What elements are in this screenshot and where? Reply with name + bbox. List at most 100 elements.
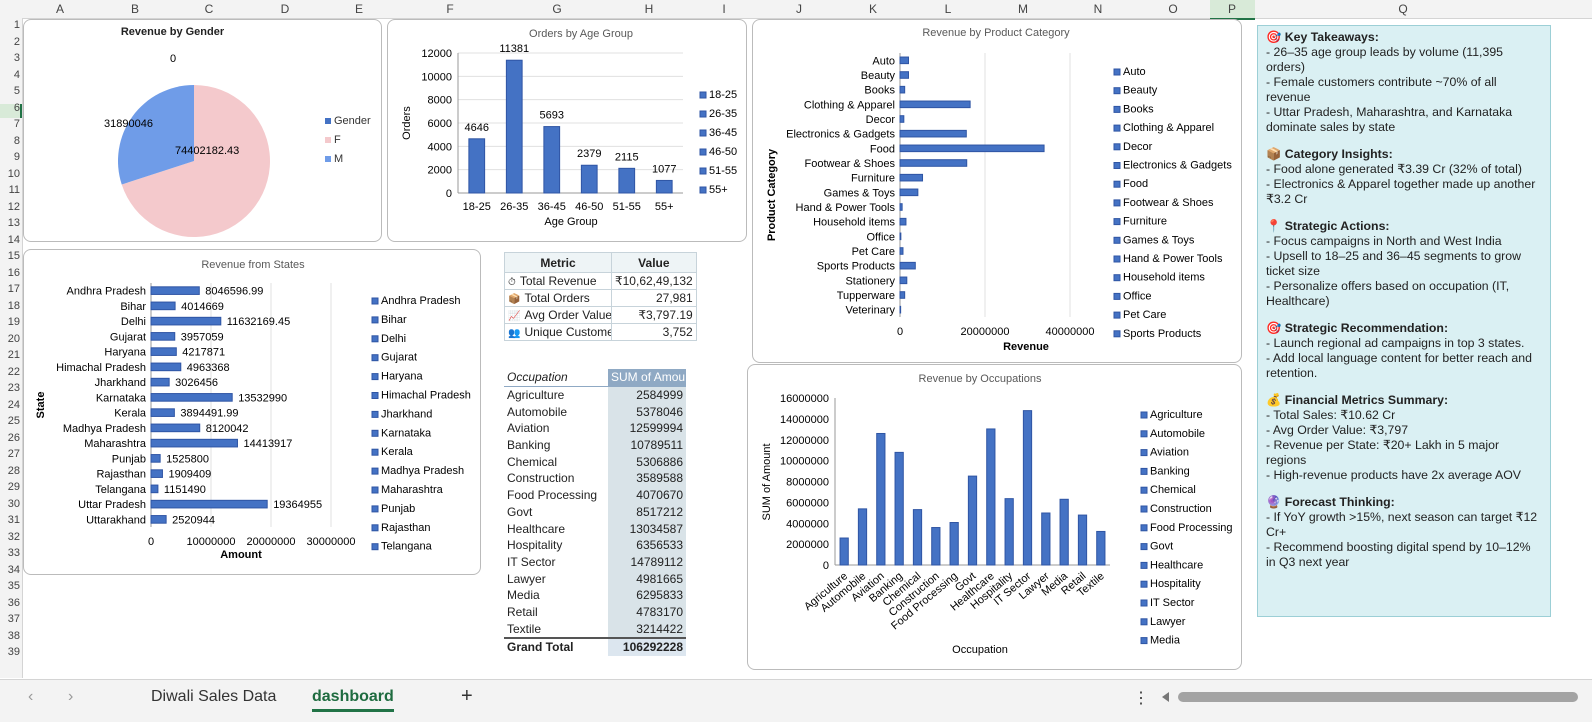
row-header-28[interactable]: 28 xyxy=(0,465,20,477)
row-header-26[interactable]: 26 xyxy=(0,432,20,444)
bar-auto xyxy=(899,56,909,65)
row-header-22[interactable]: 22 xyxy=(0,366,20,378)
bar-clothing-apparel xyxy=(899,100,971,109)
bar-retail xyxy=(1077,514,1088,566)
prev-sheet-icon[interactable]: ‹ xyxy=(28,688,33,706)
row-header-6[interactable]: 6 xyxy=(0,102,20,114)
insight-line: - 26–35 age group leads by volume (11,39… xyxy=(1266,45,1503,74)
scrollbar-thumb[interactable] xyxy=(1178,692,1578,702)
pivot-header-sum[interactable]: SUM of Amou xyxy=(608,369,686,387)
column-header-q[interactable]: Q xyxy=(1398,2,1407,16)
row-header-13[interactable]: 13 xyxy=(0,217,20,229)
row-header-39[interactable]: 39 xyxy=(0,646,20,658)
row-header-8[interactable]: 8 xyxy=(0,135,20,147)
column-header-g[interactable]: G xyxy=(552,2,561,16)
legend-swatch xyxy=(371,467,379,475)
horizontal-scrollbar[interactable] xyxy=(1162,690,1582,704)
column-header-j[interactable]: J xyxy=(796,2,802,16)
row-header-29[interactable]: 29 xyxy=(0,481,20,493)
bar-lawyer xyxy=(1041,512,1051,566)
y-tick-label: Uttar Pradesh xyxy=(78,499,146,511)
age-chart-panel[interactable]: Orders by Age Group 0 2000 4000 6000 8000 1000… xyxy=(387,19,747,242)
row-header-34[interactable]: 34 xyxy=(0,564,20,576)
row-header-27[interactable]: 27 xyxy=(0,448,20,460)
gender-chart-panel[interactable]: Revenue by Gender 0 31890046 74402182.43… xyxy=(23,19,382,242)
metric-name-cell: 📈 Avg Order Value xyxy=(504,306,612,324)
row-header-3[interactable]: 3 xyxy=(0,52,20,64)
row-header-20[interactable]: 20 xyxy=(0,333,20,345)
row-header-24[interactable]: 24 xyxy=(0,399,20,411)
states-chart-panel[interactable]: Revenue from States Andhra Pradesh 8046596… xyxy=(23,249,481,575)
pivot-header-occupation[interactable]: Occupation xyxy=(504,369,609,387)
pivot-sum-cell: 10789511 xyxy=(608,436,686,454)
column-header-b[interactable]: B xyxy=(131,2,139,16)
bar-food xyxy=(899,144,1045,153)
tab-diwali-sales-data[interactable]: Diwali Sales Data xyxy=(151,688,276,706)
column-header-e[interactable]: E xyxy=(355,2,363,16)
column-header-h[interactable]: H xyxy=(645,2,654,16)
legend-swatch xyxy=(371,373,379,381)
pivot-occupation-cell: Automobile xyxy=(507,404,568,419)
column-header-d[interactable]: D xyxy=(281,2,290,16)
y-tick-label: Clothing & Apparel xyxy=(804,99,895,111)
row-header-38[interactable]: 38 xyxy=(0,630,20,642)
row-header-35[interactable]: 35 xyxy=(0,580,20,592)
row-header-15[interactable]: 15 xyxy=(0,250,20,262)
row-header-10[interactable]: 10 xyxy=(0,168,20,180)
metric-header-row: Metric Value xyxy=(504,252,697,273)
more-options-icon[interactable]: ⋮ xyxy=(1133,688,1149,708)
row-header-37[interactable]: 37 xyxy=(0,613,20,625)
bar-haryana xyxy=(150,347,177,356)
row-header-14[interactable]: 14 xyxy=(0,234,20,246)
row-header-18[interactable]: 18 xyxy=(0,300,20,312)
legend-item: F xyxy=(325,131,371,150)
legend-label: Maharashtra xyxy=(381,484,444,496)
add-sheet-button[interactable]: + xyxy=(461,685,473,708)
pivot-sum-cell: 6356533 xyxy=(608,536,686,554)
bar-electronics-gadgets xyxy=(899,129,967,138)
legend-swatch xyxy=(371,505,379,513)
insight-line: - High-revenue products have 2x average … xyxy=(1266,468,1521,482)
row-header-9[interactable]: 9 xyxy=(0,151,20,163)
column-header-n[interactable]: N xyxy=(1094,2,1103,16)
row-header-32[interactable]: 32 xyxy=(0,531,20,543)
column-header-l[interactable]: L xyxy=(945,2,952,16)
row-header-11[interactable]: 11 xyxy=(0,184,20,196)
column-header-k[interactable]: K xyxy=(869,2,877,16)
next-sheet-icon[interactable]: › xyxy=(68,688,73,706)
row-header-19[interactable]: 19 xyxy=(0,316,20,328)
row-header-4[interactable]: 4 xyxy=(0,69,20,81)
row-header-31[interactable]: 31 xyxy=(0,514,20,526)
tab-dashboard[interactable]: dashboard xyxy=(312,688,394,712)
row-header-7[interactable]: 7 xyxy=(0,118,20,130)
pivot-sum-cell: 12599994 xyxy=(608,420,686,437)
bar-46-50 xyxy=(580,164,598,194)
occupation-chart-panel[interactable]: Revenue by Occupations 0 2000000 4000000 600… xyxy=(747,364,1242,670)
category-chart-panel[interactable]: Revenue by Product Category Auto Beauty Boo… xyxy=(752,19,1242,363)
row-header-21[interactable]: 21 xyxy=(0,349,20,361)
row-header-25[interactable]: 25 xyxy=(0,415,20,427)
row-header-30[interactable]: 30 xyxy=(0,498,20,510)
column-header-m[interactable]: M xyxy=(1018,2,1028,16)
x-axis-title: Amount xyxy=(220,549,262,561)
insights-text-box[interactable]: 🎯 Key Takeaways: - 26–35 age group leads … xyxy=(1257,25,1551,617)
pivot-sum-cell: 5306886 xyxy=(608,453,686,471)
column-header-i[interactable]: I xyxy=(722,2,725,16)
row-header-5[interactable]: 5 xyxy=(0,85,20,97)
row-header-36[interactable]: 36 xyxy=(0,597,20,609)
scroll-left-icon[interactable] xyxy=(1162,692,1169,702)
column-header-f[interactable]: F xyxy=(446,2,453,16)
row-header-12[interactable]: 12 xyxy=(0,201,20,213)
row-header-23[interactable]: 23 xyxy=(0,382,20,394)
row-header-16[interactable]: 16 xyxy=(0,267,20,279)
row-header-33[interactable]: 33 xyxy=(0,547,20,559)
column-header-p[interactable]: P xyxy=(1228,2,1236,16)
legend-label: Sports Products xyxy=(1123,328,1202,340)
data-label: 3894491.99 xyxy=(180,408,238,420)
x-tick-label: 26-35 xyxy=(500,201,528,213)
column-header-a[interactable]: A xyxy=(56,2,64,16)
column-header-o[interactable]: O xyxy=(1168,2,1177,16)
column-header-c[interactable]: C xyxy=(205,2,214,16)
row-header-17[interactable]: 17 xyxy=(0,283,20,295)
pivot-total-row: Grand Total 106292228 xyxy=(504,637,686,656)
